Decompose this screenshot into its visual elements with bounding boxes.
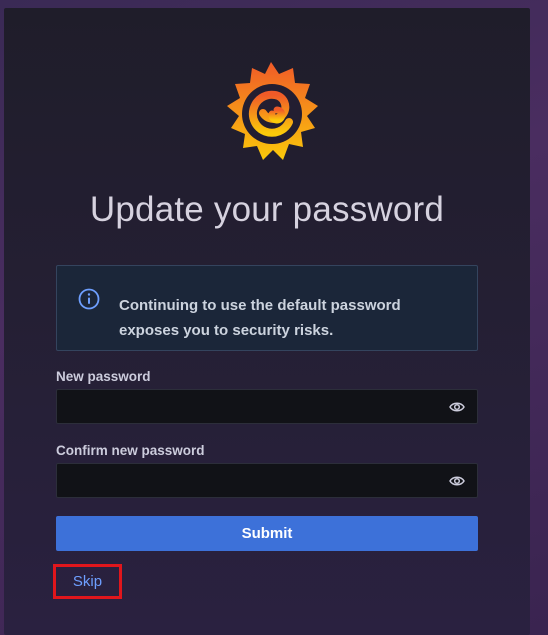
confirm-password-input[interactable] — [57, 464, 477, 497]
page-title: Update your password — [89, 190, 445, 229]
new-password-field — [56, 389, 478, 424]
password-card: Update your password Continuing to use t… — [4, 8, 530, 635]
eye-icon[interactable] — [449, 474, 465, 488]
security-alert: Continuing to use the default password e… — [56, 265, 478, 351]
confirm-password-field — [56, 463, 478, 498]
alert-message: Continuing to use the default password e… — [119, 297, 401, 339]
grafana-logo-icon — [227, 62, 318, 160]
new-password-label: New password — [56, 369, 151, 384]
skip-link[interactable]: Skip — [53, 564, 122, 599]
info-icon — [78, 288, 100, 310]
submit-button[interactable]: Submit — [56, 516, 478, 551]
eye-icon[interactable] — [449, 400, 465, 414]
new-password-input[interactable] — [57, 390, 477, 423]
confirm-password-label: Confirm new password — [56, 443, 205, 458]
